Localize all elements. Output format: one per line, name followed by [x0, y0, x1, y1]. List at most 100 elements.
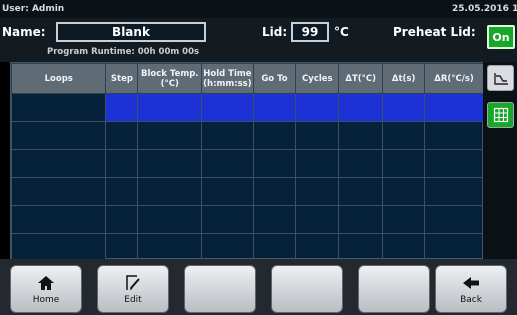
loops-cell[interactable]	[10, 93, 107, 122]
table-cell[interactable]	[338, 121, 384, 150]
table-cell[interactable]	[105, 93, 139, 122]
table-row[interactable]	[10, 205, 484, 234]
edit-button-label: Edit	[124, 294, 142, 305]
table-cell[interactable]	[105, 177, 139, 206]
table-cell[interactable]	[105, 149, 139, 178]
table-cell[interactable]	[137, 233, 203, 262]
blank-button-1[interactable]	[184, 265, 256, 313]
back-button[interactable]: Back	[435, 265, 507, 313]
table-cell[interactable]	[105, 233, 139, 262]
home-icon	[38, 275, 54, 290]
column-header-delta-t: ΔT(°C)	[338, 63, 384, 94]
column-header-go-to: Go To	[252, 63, 297, 94]
steps-table: Loops Step Block Temp. (°C) Hold Time (h…	[10, 63, 484, 262]
column-header-step: Step	[105, 63, 139, 94]
table-cell[interactable]	[424, 149, 484, 178]
table-cell[interactable]	[295, 121, 340, 150]
table-cell[interactable]	[338, 149, 384, 178]
table-cell[interactable]	[295, 205, 340, 234]
back-arrow-icon	[463, 276, 479, 289]
table-cell[interactable]	[382, 177, 426, 206]
bottom-navigation: Home Edit Back	[0, 259, 517, 315]
table-cell[interactable]	[137, 205, 203, 234]
table-cell[interactable]	[201, 233, 254, 262]
table-cell[interactable]	[252, 177, 297, 206]
lid-label: Lid:	[262, 25, 288, 39]
table-cell[interactable]	[382, 233, 426, 262]
table-row[interactable]	[10, 93, 484, 122]
blank-button-3[interactable]	[358, 265, 430, 313]
program-header: Name: Blank Lid: 99 °C Preheat Lid: Prog…	[0, 18, 517, 62]
table-cell[interactable]	[338, 233, 384, 262]
grid-view-icon	[493, 107, 508, 123]
temperature-profile-button[interactable]	[487, 65, 514, 91]
blank-button-2[interactable]	[271, 265, 343, 313]
table-row[interactable]	[10, 149, 484, 178]
side-toolbar	[483, 62, 517, 259]
program-runtime-label: Program Runtime: 00h 00m 00s	[47, 47, 200, 57]
back-button-label: Back	[460, 294, 482, 305]
status-bar: User: Admin 25.05.2016 13:2	[0, 0, 517, 18]
grid-view-button[interactable]	[487, 102, 514, 128]
table-cell[interactable]	[295, 233, 340, 262]
home-button[interactable]: Home	[10, 265, 82, 313]
table-cell[interactable]	[424, 233, 484, 262]
home-button-label: Home	[32, 294, 60, 305]
table-cell[interactable]	[201, 121, 254, 150]
table-cell[interactable]	[105, 121, 139, 150]
table-row[interactable]	[10, 177, 484, 206]
column-header-delta-rate: ΔR(°C/s)	[424, 63, 484, 94]
table-row[interactable]	[10, 121, 484, 150]
loops-cell[interactable]	[10, 205, 107, 234]
table-cell[interactable]	[137, 121, 203, 150]
table-cell[interactable]	[424, 93, 484, 122]
name-label: Name:	[2, 25, 46, 39]
table-cell[interactable]	[252, 233, 297, 262]
column-header-cycles: Cycles	[295, 63, 340, 94]
table-row[interactable]	[10, 233, 484, 262]
preheat-lid-label: Preheat Lid:	[393, 25, 476, 39]
lid-temperature-field[interactable]: 99	[291, 22, 329, 42]
table-cell[interactable]	[338, 177, 384, 206]
table-cell[interactable]	[201, 177, 254, 206]
table-cell[interactable]	[382, 149, 426, 178]
table-cell[interactable]	[252, 149, 297, 178]
table-cell[interactable]	[137, 93, 203, 122]
preheat-lid-toggle[interactable]: On	[487, 25, 515, 49]
program-steps-table: Loops Step Block Temp. (°C) Hold Time (h…	[10, 62, 484, 262]
table-cell[interactable]	[137, 177, 203, 206]
table-header-row: Loops Step Block Temp. (°C) Hold Time (h…	[10, 63, 484, 94]
table-cell[interactable]	[295, 149, 340, 178]
table-cell[interactable]	[338, 205, 384, 234]
lid-unit-label: °C	[334, 25, 349, 39]
table-cell[interactable]	[424, 205, 484, 234]
edit-icon	[126, 274, 140, 290]
datetime-label: 25.05.2016 13:2	[452, 4, 517, 14]
temperature-profile-icon	[493, 73, 508, 85]
table-cell[interactable]	[252, 205, 297, 234]
table-cell[interactable]	[338, 93, 384, 122]
name-field[interactable]: Blank	[56, 22, 206, 42]
loops-cell[interactable]	[10, 121, 107, 150]
table-cell[interactable]	[201, 149, 254, 178]
table-cell[interactable]	[201, 205, 254, 234]
table-cell[interactable]	[382, 121, 426, 150]
table-cell[interactable]	[137, 149, 203, 178]
table-cell[interactable]	[252, 121, 297, 150]
column-header-hold-time: Hold Time (h:mm:ss)	[201, 63, 254, 94]
loops-cell[interactable]	[10, 149, 107, 178]
table-cell[interactable]	[424, 177, 484, 206]
column-header-block-temp: Block Temp. (°C)	[137, 63, 203, 94]
table-cell[interactable]	[295, 93, 340, 122]
table-cell[interactable]	[252, 93, 297, 122]
table-cell[interactable]	[382, 205, 426, 234]
table-cell[interactable]	[105, 205, 139, 234]
loops-cell[interactable]	[10, 233, 107, 262]
table-cell[interactable]	[382, 93, 426, 122]
edit-button[interactable]: Edit	[97, 265, 169, 313]
table-cell[interactable]	[424, 121, 484, 150]
table-cell[interactable]	[295, 177, 340, 206]
loops-cell[interactable]	[10, 177, 107, 206]
table-cell[interactable]	[201, 93, 254, 122]
user-label: User: Admin	[2, 4, 65, 14]
